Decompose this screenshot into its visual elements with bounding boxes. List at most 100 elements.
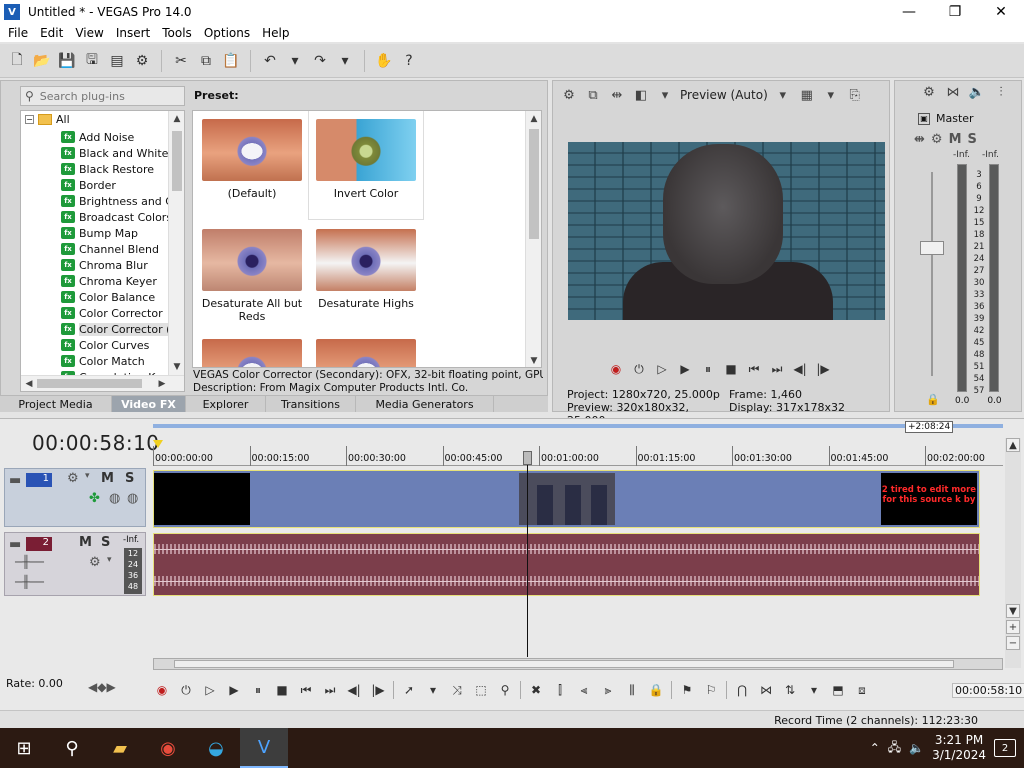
stop-icon[interactable]: ■	[723, 361, 739, 377]
compositing-mode-icon[interactable]: ◍	[127, 491, 138, 506]
playhead-cursor[interactable]	[527, 452, 528, 657]
paste-icon[interactable]: 📋	[220, 50, 242, 72]
previous-frame-icon[interactable]: ◀|	[345, 681, 363, 699]
ripple-edit-icon[interactable]: ⇅	[781, 681, 799, 699]
play-icon[interactable]: ▶	[677, 361, 693, 377]
plugin-search-box[interactable]: ⚲	[20, 86, 185, 106]
envelope-tool-icon[interactable]: ⤨	[448, 681, 466, 699]
menu-insert[interactable]: Insert	[110, 26, 156, 40]
lock-icon[interactable]: 🔒	[926, 393, 940, 406]
scroll-down-icon[interactable]: ▼	[169, 360, 184, 374]
plugin-item[interactable]: fx Black Restore	[61, 161, 154, 177]
close-button[interactable]: ✕	[978, 0, 1024, 24]
preset-default[interactable]: (Default)	[195, 111, 309, 219]
pause-icon[interactable]: ⏸	[249, 681, 267, 699]
video-clip[interactable]	[154, 473, 250, 525]
snapping-magnet-icon[interactable]: ⋂	[733, 681, 751, 699]
tab-media-generators[interactable]: Media Generators	[356, 396, 494, 412]
preview-properties-gear-icon[interactable]: ⚙	[560, 86, 578, 104]
motion-blur-icon[interactable]: ◍	[109, 491, 120, 506]
file-explorer-icon[interactable]: ▰	[96, 728, 144, 768]
record-icon[interactable]: ◉	[153, 681, 171, 699]
master-fader-track[interactable]	[931, 172, 933, 376]
plugin-item[interactable]: fx Brightness and Co	[61, 193, 180, 209]
plugin-item[interactable]: fx Color Match	[61, 353, 145, 369]
previous-frame-icon[interactable]: ◀|	[792, 361, 808, 377]
windows-start-icon[interactable]: ⊞	[0, 728, 48, 768]
scroll-up-icon[interactable]: ▲	[169, 112, 184, 126]
plugin-search-input[interactable]	[39, 89, 170, 103]
chrome-icon[interactable]: ◉	[144, 728, 192, 768]
notification-badge[interactable]: 2	[994, 739, 1016, 757]
go-to-start-icon[interactable]: ⏮	[297, 681, 315, 699]
go-to-end-icon[interactable]: ⏭	[769, 361, 785, 377]
ignore-grouping-icon[interactable]: ⧈	[853, 681, 871, 699]
save-as-icon[interactable]: 🖫	[81, 50, 103, 72]
record-icon[interactable]: ◉	[608, 361, 624, 377]
preset-grid-vscroll[interactable]: ▲ ▼	[525, 111, 541, 367]
plugin-tree-hscroll[interactable]: ◀ ▶	[21, 375, 184, 391]
dropdown-icon[interactable]: ▾	[805, 681, 823, 699]
plugin-item[interactable]: fx Color Curves	[61, 337, 149, 353]
track-fx-gear-icon[interactable]: ⚙	[67, 471, 79, 486]
maximize-button[interactable]: ❐	[932, 0, 978, 24]
volume-slider-icon[interactable]: ─╫──	[15, 555, 44, 569]
redo-icon[interactable]: ↷	[309, 50, 331, 72]
scroll-left-icon[interactable]: ◀	[22, 377, 36, 391]
preset-item[interactable]	[195, 331, 309, 367]
scroll-down-icon[interactable]: ▼	[1006, 604, 1020, 618]
master-bus-icon[interactable]: ▣	[918, 112, 930, 125]
timeline-hscroll[interactable]	[153, 658, 1003, 670]
solo-button[interactable]: S	[968, 132, 977, 147]
preset-desaturate-highs[interactable]: Desaturate Highs	[309, 221, 423, 329]
volume-icon[interactable]: 🔈	[909, 741, 924, 755]
track-fx-gear-icon[interactable]: ⚙	[89, 555, 101, 570]
insert-region-icon[interactable]: ⚐	[702, 681, 720, 699]
overlays-grid-icon[interactable]: ▦	[798, 86, 816, 104]
master-fader-knob[interactable]	[920, 241, 944, 255]
preset-invert-color[interactable]: Invert Color	[309, 111, 423, 219]
scroll-thumb[interactable]	[37, 379, 142, 388]
mixer-fader-icon[interactable]: ⫶	[992, 83, 1010, 101]
mixer-gear-icon[interactable]: ⚙	[920, 83, 938, 101]
edge-icon[interactable]: ◒	[192, 728, 240, 768]
auto-crossfade-icon[interactable]: ⋈	[757, 681, 775, 699]
loop-playback-icon[interactable]: ⏻	[177, 681, 195, 699]
zoom-tool-icon[interactable]: ⚲	[496, 681, 514, 699]
tab-transitions[interactable]: Transitions	[266, 396, 356, 412]
trim-start-icon[interactable]: ⫷	[575, 681, 593, 699]
plugin-item[interactable]: fx Chroma Keyer	[61, 273, 157, 289]
dropdown-icon[interactable]: ▾	[656, 86, 674, 104]
fx-chain-icon[interactable]: ⇹	[914, 132, 925, 147]
menu-view[interactable]: View	[69, 26, 109, 40]
redo-dropdown-icon[interactable]: ▾	[334, 50, 356, 72]
plugin-item[interactable]: fx Chroma Blur	[61, 257, 148, 273]
go-to-end-icon[interactable]: ⏭	[321, 681, 339, 699]
lock-icon[interactable]: 🔒	[647, 681, 665, 699]
collapse-icon[interactable]: −	[25, 115, 34, 124]
dropdown-icon[interactable]: ▾	[822, 86, 840, 104]
scroll-right-icon[interactable]: ▶	[155, 377, 169, 391]
undo-dropdown-icon[interactable]: ▾	[284, 50, 306, 72]
next-frame-icon[interactable]: |▶	[369, 681, 387, 699]
preset-item[interactable]	[309, 331, 423, 367]
copy-snapshot-icon[interactable]: ⎘	[846, 86, 864, 104]
menu-edit[interactable]: Edit	[34, 26, 69, 40]
menu-file[interactable]: File	[2, 26, 34, 40]
loop-region-bar[interactable]	[153, 424, 1003, 428]
plugin-item[interactable]: fx Add Noise	[61, 129, 134, 145]
preview-quality-dropdown[interactable]: Preview (Auto)	[680, 88, 768, 102]
preset-desaturate-all-but-reds[interactable]: Desaturate All but Reds	[195, 221, 309, 329]
scroll-up-icon[interactable]: ▲	[1006, 438, 1020, 452]
selection-tool-icon[interactable]: ⬚	[472, 681, 490, 699]
solo-button[interactable]: S	[125, 471, 134, 486]
insert-marker-icon[interactable]: ⚑	[678, 681, 696, 699]
audio-track[interactable]	[153, 533, 980, 596]
dropdown-icon[interactable]: ▾	[85, 471, 90, 481]
playhead-handle[interactable]	[523, 451, 532, 465]
help-icon[interactable]: ?	[398, 50, 420, 72]
plugin-item[interactable]: fx Border	[61, 177, 116, 193]
text-clip[interactable]: 2 tired to edit more for this source k b…	[881, 473, 977, 525]
play-from-start-icon[interactable]: ▷	[654, 361, 670, 377]
next-frame-icon[interactable]: |▶	[815, 361, 831, 377]
